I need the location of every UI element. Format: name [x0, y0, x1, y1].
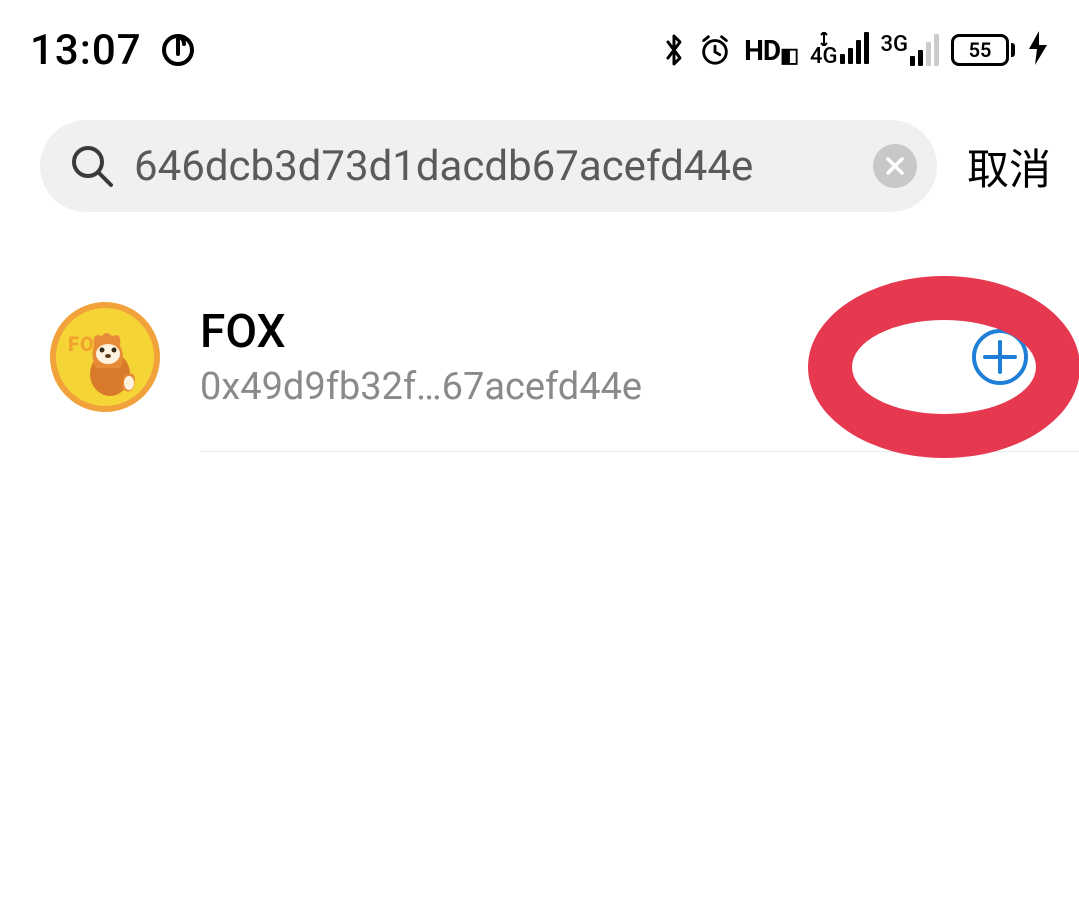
hd-label: HD	[744, 34, 780, 67]
alarm-icon	[698, 33, 732, 67]
cancel-button[interactable]: 取消	[967, 136, 1051, 197]
token-avatar: FOX	[50, 302, 160, 412]
search-field[interactable]	[40, 120, 937, 212]
search-results: FOX FOX 0x49d9fb32f…67acefd44e	[0, 232, 1079, 432]
divider	[200, 451, 1079, 452]
signal-4g: 4G	[810, 32, 869, 68]
search-icon	[70, 144, 114, 188]
bluetooth-icon	[662, 32, 686, 68]
fox-icon	[76, 326, 140, 400]
search-row: 取消	[0, 100, 1079, 232]
token-name: FOX	[200, 305, 931, 359]
hd-indicator: HD◧	[744, 34, 798, 67]
charging-icon	[1027, 31, 1049, 69]
token-address: 0x49d9fb32f…67acefd44e	[200, 365, 931, 409]
signal-4g-label: 4G	[810, 46, 838, 68]
status-left: 13:07	[30, 26, 196, 75]
signal-3g-label: 3G	[881, 34, 909, 56]
close-icon	[883, 154, 907, 178]
status-right: HD◧ 4G 3G 55	[662, 31, 1049, 69]
signal-3g: 3G	[881, 34, 940, 66]
netease-icon	[160, 32, 196, 68]
search-input[interactable]	[134, 142, 853, 191]
token-result-row[interactable]: FOX FOX 0x49d9fb32f…67acefd44e	[0, 282, 1079, 432]
status-bar: 13:07 HD◧ 4G	[0, 0, 1079, 100]
token-info: FOX 0x49d9fb32f…67acefd44e	[200, 305, 931, 409]
clear-search-button[interactable]	[873, 144, 917, 188]
status-time: 13:07	[30, 26, 142, 75]
battery-indicator: 55	[951, 34, 1015, 66]
plus-circle-icon	[971, 328, 1029, 386]
add-token-button[interactable]	[971, 328, 1029, 386]
battery-level: 55	[969, 38, 992, 62]
